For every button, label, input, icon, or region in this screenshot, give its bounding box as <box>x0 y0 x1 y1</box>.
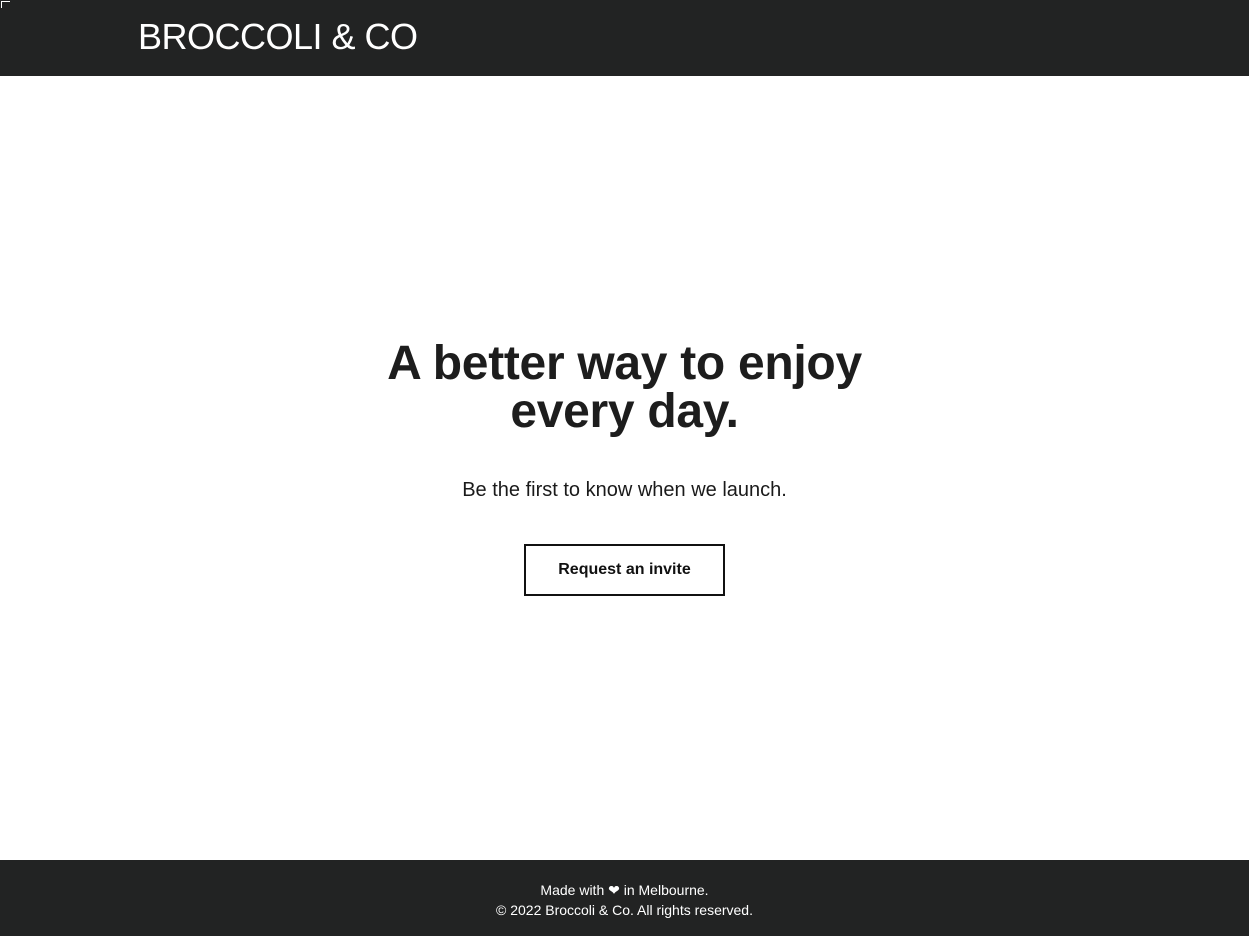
site-footer: Made with ❤ in Melbourne. © 2022 Broccol… <box>0 860 1249 936</box>
page: BROCCOLI & CO A better way to enjoy ever… <box>0 0 1249 936</box>
hero-headline-line-1: A better way to enjoy <box>387 337 862 390</box>
hero-subheadline: Be the first to know when we launch. <box>462 479 787 501</box>
site-header: BROCCOLI & CO <box>0 0 1249 76</box>
hero-headline: A better way to enjoy every day. <box>0 340 1249 436</box>
footer-copyright-text: © 2022 Broccoli & Co. All rights reserve… <box>496 902 753 918</box>
mouse-cursor-icon <box>1 1 10 8</box>
hero-section: A better way to enjoy every day. Be the … <box>0 340 1249 596</box>
hero-headline-line-2: every day. <box>510 385 739 438</box>
footer-made-with-text: Made with ❤ in Melbourne. <box>540 882 709 898</box>
request-invite-button[interactable]: Request an invite <box>524 544 725 596</box>
brand-logo-text[interactable]: BROCCOLI & CO <box>138 17 418 57</box>
